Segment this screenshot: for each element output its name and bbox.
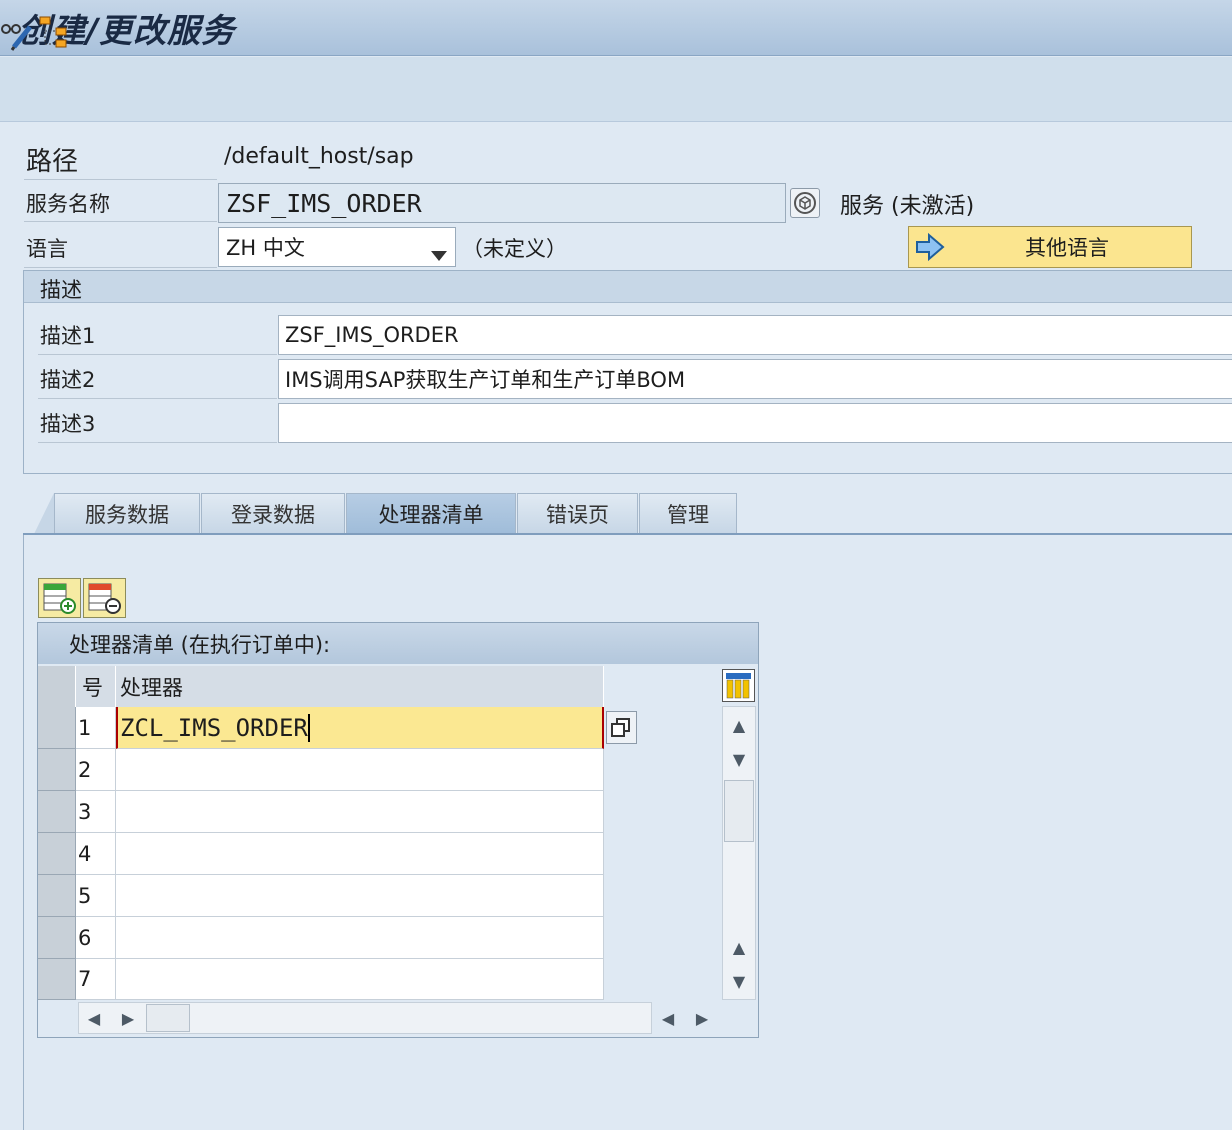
glasses-pencil-icon[interactable] (0, 15, 36, 51)
row-selector[interactable] (38, 875, 76, 917)
description-2-field[interactable]: IMS调用SAP获取生产订单和生产订单BOM (278, 359, 1232, 399)
tab-administration[interactable]: 管理 (639, 493, 737, 534)
row-selector[interactable] (38, 917, 76, 959)
value-help-icon (611, 718, 630, 737)
row-number: 5 (76, 875, 116, 917)
row-selector[interactable] (38, 749, 76, 791)
handler-table-title: 处理器清单 (在执行订单中): (38, 623, 758, 664)
tab-underline (23, 533, 1232, 535)
language-select[interactable]: ZH 中文 (218, 227, 456, 267)
horizontal-scroll-thumb[interactable] (146, 1004, 190, 1032)
column-header-handler[interactable]: 处理器 (116, 666, 604, 707)
column-settings-icon (726, 673, 751, 699)
language-note: （未定义） (462, 237, 567, 261)
handler-cell[interactable] (116, 791, 604, 833)
scroll-left-icon[interactable]: ◀ (82, 1004, 106, 1032)
delete-row-icon (88, 583, 121, 614)
column-header-number[interactable]: 号 (76, 666, 116, 707)
row-number: 4 (76, 833, 116, 875)
handler-cell[interactable] (116, 833, 604, 875)
handler-cell[interactable] (116, 875, 604, 917)
vertical-scroll-thumb[interactable] (724, 780, 754, 842)
scroll-right-end-icon[interactable]: ▶ (690, 1004, 714, 1032)
row-selector[interactable] (38, 791, 76, 833)
row-number: 2 (76, 749, 116, 791)
insert-row-icon (43, 583, 76, 614)
description-1-field[interactable]: ZSF_IMS_ORDER (278, 315, 1232, 355)
select-all-corner[interactable] (38, 666, 76, 707)
handler-cell[interactable] (116, 959, 604, 1000)
service-name-label: 服务名称 (24, 184, 217, 222)
scroll-up-icon[interactable]: ▼ (722, 744, 756, 774)
tab-error-pages[interactable]: 错误页 (517, 493, 638, 534)
row-selector[interactable] (38, 959, 76, 1000)
row-selector[interactable] (38, 833, 76, 875)
description-3-label: 描述3 (38, 403, 277, 443)
tab-handler-list[interactable]: 处理器清单 (346, 493, 516, 534)
handler-cell[interactable] (116, 917, 604, 959)
delete-row-button[interactable] (83, 578, 126, 618)
scroll-page-down-icon[interactable]: ▼ (722, 966, 756, 996)
row-number: 1 (76, 707, 116, 749)
column-settings-button[interactable] (722, 669, 755, 702)
scroll-page-up-icon[interactable]: ▲ (722, 710, 756, 740)
value-help-button[interactable] (606, 711, 637, 744)
handler-cell[interactable] (116, 749, 604, 791)
row-number: 6 (76, 917, 116, 959)
language-select-value: ZH 中文 (226, 236, 305, 260)
scroll-right-icon[interactable]: ▶ (116, 1004, 140, 1032)
tab-logon-data[interactable]: 登录数据 (201, 493, 345, 534)
language-label: 语言 (24, 228, 217, 268)
description-3-field[interactable] (278, 403, 1232, 443)
description-group-header (24, 271, 1232, 303)
description-1-label: 描述1 (38, 315, 277, 355)
other-language-button[interactable]: 其他语言 (908, 226, 1192, 268)
insert-row-button[interactable] (38, 578, 81, 618)
arrow-right-icon (915, 232, 945, 262)
service-status: 服务 (未激活) (840, 194, 975, 219)
handler-cell-value: ZCL_IMS_ORDER (120, 713, 310, 742)
chevron-down-icon[interactable] (431, 242, 447, 266)
description-2-label: 描述2 (38, 359, 277, 399)
service-name-field: ZSF_IMS_ORDER (218, 183, 786, 223)
other-language-label: 其他语言 (1025, 236, 1109, 260)
tab-left-edge (34, 493, 54, 534)
row-number: 7 (76, 959, 116, 1000)
handler-cell[interactable]: ZCL_IMS_ORDER (116, 707, 604, 749)
toolbar (0, 57, 1232, 122)
path-label: 路径 (24, 140, 217, 180)
tab-service-data[interactable]: 服务数据 (54, 493, 200, 534)
cube-icon[interactable] (790, 188, 820, 218)
scroll-left-end-icon[interactable]: ◀ (656, 1004, 680, 1032)
scroll-down-icon[interactable]: ▲ (722, 932, 756, 962)
description-group-title: 描述 (40, 278, 82, 302)
hierarchy-icon[interactable] (38, 15, 74, 51)
row-selector[interactable] (38, 707, 76, 749)
path-value: /default_host/sap (224, 144, 414, 169)
row-number: 3 (76, 791, 116, 833)
